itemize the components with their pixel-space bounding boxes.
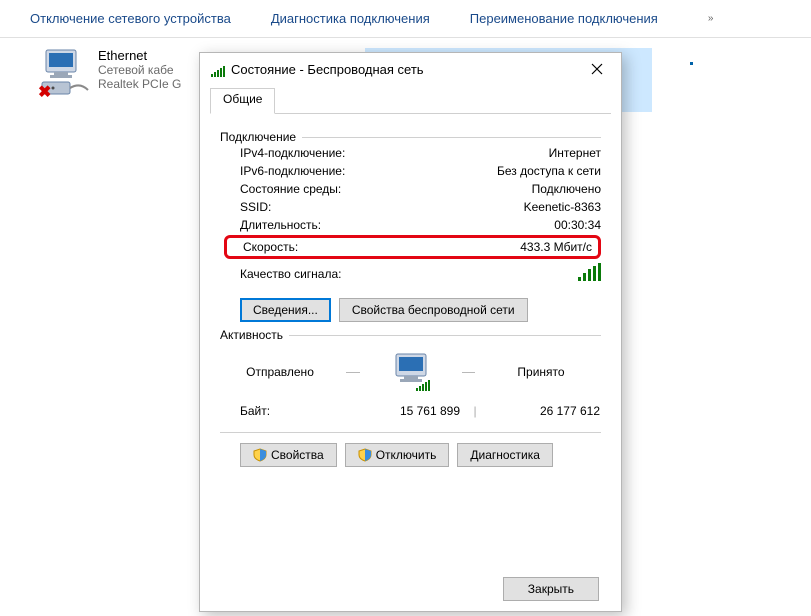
toolbar-diagnose[interactable]: Диагностика подключения <box>271 11 430 26</box>
media-state-value: Подключено <box>532 182 601 196</box>
toolbar-disable-device[interactable]: Отключение сетевого устройства <box>30 11 231 26</box>
status-dialog: Состояние - Беспроводная сеть Общие Подк… <box>199 52 622 612</box>
ssid-value: Keenetic-8363 <box>524 200 601 214</box>
duration-value: 00:30:34 <box>554 218 601 232</box>
properties-button[interactable]: Свойства <box>240 443 337 467</box>
dialog-title: Состояние - Беспроводная сеть <box>231 62 575 77</box>
ipv6-label: IPv6-подключение: <box>240 164 345 178</box>
media-state-label: Состояние среды: <box>240 182 341 196</box>
activity-monitor-icon <box>366 352 456 392</box>
ethernet-icon: ✖ <box>40 48 90 98</box>
activity-section-label: Активность <box>220 328 601 342</box>
shield-icon <box>358 448 372 462</box>
connection-section-label: Подключение <box>220 130 601 144</box>
speed-label: Скорость: <box>243 240 298 254</box>
disconnected-x-icon: ✖ <box>38 82 51 102</box>
speed-row-highlighted: Скорость: 433.3 Мбит/с <box>224 235 601 259</box>
ipv4-label: IPv4-подключение: <box>240 146 345 160</box>
signal-quality-label: Качество сигнала: <box>240 267 341 281</box>
sent-label: Отправлено <box>220 365 340 379</box>
shield-icon <box>253 448 267 462</box>
toolbar: Отключение сетевого устройства Диагности… <box>0 0 811 38</box>
duration-label: Длительность: <box>240 218 321 232</box>
close-button[interactable] <box>575 54 619 84</box>
dialog-titlebar[interactable]: Состояние - Беспроводная сеть <box>200 53 621 85</box>
bytes-sent-value: 15 761 899 <box>330 404 460 418</box>
disable-button[interactable]: Отключить <box>345 443 450 467</box>
ipv6-value: Без доступа к сети <box>497 164 601 178</box>
speed-value: 433.3 Мбит/с <box>520 240 592 254</box>
ethernet-sub1: Сетевой кабе <box>98 63 181 77</box>
tab-general[interactable]: Общие <box>210 88 275 114</box>
bytes-received-value: 26 177 612 <box>490 404 600 418</box>
ethernet-sub2: Realtek PCIe G <box>98 77 181 91</box>
details-button[interactable]: Сведения... <box>240 298 331 322</box>
bytes-separator: | <box>460 404 490 418</box>
toolbar-rename[interactable]: Переименование подключения <box>470 11 658 26</box>
bytes-label: Байт: <box>240 404 330 418</box>
ipv4-value: Интернет <box>549 146 601 160</box>
received-label: Принято <box>481 365 601 379</box>
signal-bars-icon <box>576 263 601 284</box>
tabstrip: Общие <box>210 87 611 114</box>
ethernet-title: Ethernet <box>98 48 181 63</box>
ssid-label: SSID: <box>240 200 271 214</box>
diagnose-button[interactable]: Диагностика <box>457 443 553 467</box>
wifi-properties-button[interactable]: Свойства беспроводной сети <box>339 298 528 322</box>
wifi-signal-icon <box>210 59 225 80</box>
chevron-right-icon[interactable]: » <box>708 13 714 24</box>
close-dialog-button[interactable]: Закрыть <box>503 577 599 601</box>
